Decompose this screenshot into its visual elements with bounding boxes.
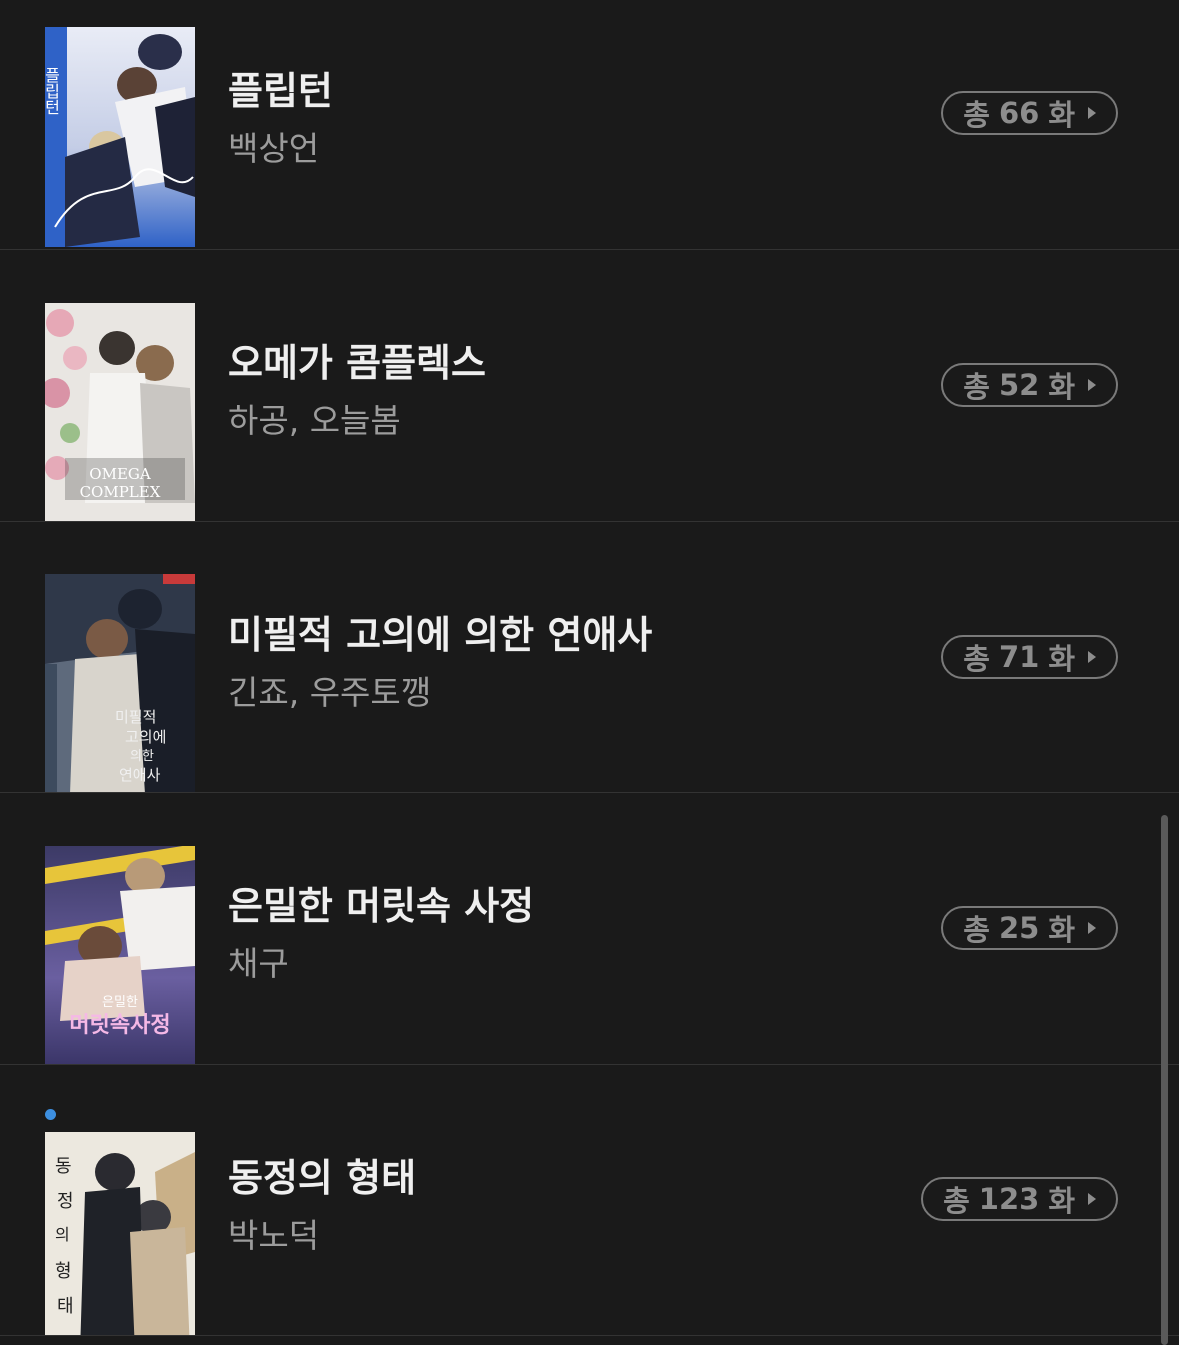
webtoon-list: 플립턴 플립턴 백상언 총 66 화 OMEGA COMPLEX 오메가 콤플렉… [0,0,1179,1345]
list-item[interactable]: 동 정 의 형 태 동정의 형태 박노덕 총 123 화 [0,1065,1179,1345]
svg-text:의한: 의한 [130,749,154,764]
badge-prefix: 총 [943,1184,970,1218]
cover-thumbnail: OMEGA COMPLEX [45,303,195,521]
badge-episodes: 25 [998,911,1040,945]
svg-text:은밀한: 은밀한 [102,995,138,1010]
list-item[interactable]: 은밀한 머릿속사정 은밀한 머릿속 사정 채구 총 25 화 [0,793,1179,1065]
badge-episodes: 123 [978,1182,1040,1216]
scrollbar[interactable] [1161,815,1168,1345]
episode-count-badge[interactable]: 총 71 화 [941,635,1118,679]
item-title: 은밀한 머릿속 사정 [228,884,535,928]
badge-suffix: 화 [1048,913,1075,947]
play-arrow-icon [1088,651,1096,663]
cover-title-text: 플립턴 [45,67,61,115]
play-arrow-icon [1088,922,1096,934]
play-arrow-icon [1088,1193,1096,1205]
play-arrow-icon [1088,107,1096,119]
cover-thumbnail: 동 정 의 형 태 [45,1132,195,1335]
item-title: 미필적 고의에 의한 연애사 [228,613,653,657]
svg-text:의: 의 [55,1225,70,1244]
badge-suffix: 화 [1048,642,1075,676]
badge-suffix: 화 [1048,370,1075,404]
cover-thumbnail: 은밀한 머릿속사정 [45,846,195,1064]
svg-text:OMEGA: OMEGA [89,465,151,483]
svg-text:정: 정 [57,1191,74,1212]
svg-text:미필적: 미필적 [115,708,156,726]
cover-thumbnail: 미필적 고의에 의한 연애사 [45,574,195,792]
svg-text:동: 동 [55,1156,72,1177]
badge-suffix: 화 [1048,1184,1075,1218]
list-item[interactable]: 미필적 고의에 의한 연애사 미필적 고의에 의한 연애사 긴죠, 우주토깽 총… [0,522,1179,793]
item-title: 오메가 콤플렉스 [228,341,486,385]
cover-thumbnail: 플립턴 [45,27,195,247]
svg-text:형: 형 [55,1261,72,1282]
svg-text:COMPLEX: COMPLEX [80,483,161,501]
badge-prefix: 총 [963,98,990,132]
episode-count-badge[interactable]: 총 25 화 [941,906,1118,950]
badge-episodes: 52 [998,368,1040,402]
badge-prefix: 총 [963,642,990,676]
badge-episodes: 71 [998,640,1040,674]
item-author: 채구 [228,944,289,983]
list-item[interactable]: OMEGA COMPLEX 오메가 콤플렉스 하공, 오늘봄 총 52 화 [0,250,1179,522]
item-author: 백상언 [228,129,320,168]
new-indicator-dot [45,1109,56,1120]
svg-text:연애사: 연애사 [119,766,161,784]
item-author: 박노덕 [228,1216,320,1255]
item-title: 플립턴 [228,69,333,113]
badge-prefix: 총 [963,913,990,947]
badge-suffix: 화 [1048,98,1075,132]
svg-text:머릿속사정: 머릿속사정 [69,1013,170,1038]
badge-episodes: 66 [998,96,1040,130]
episode-count-badge[interactable]: 총 123 화 [921,1177,1118,1221]
list-item[interactable]: 플립턴 플립턴 백상언 총 66 화 [0,0,1179,271]
episode-count-badge[interactable]: 총 52 화 [941,363,1118,407]
row-divider [0,1335,1179,1336]
badge-prefix: 총 [963,370,990,404]
svg-text:태: 태 [57,1296,74,1317]
item-author: 긴죠, 우주토깽 [228,673,432,712]
item-title: 동정의 형태 [228,1156,417,1200]
item-author: 하공, 오늘봄 [228,401,401,440]
svg-text:고의에: 고의에 [125,728,166,746]
episode-count-badge[interactable]: 총 66 화 [941,91,1118,135]
play-arrow-icon [1088,379,1096,391]
